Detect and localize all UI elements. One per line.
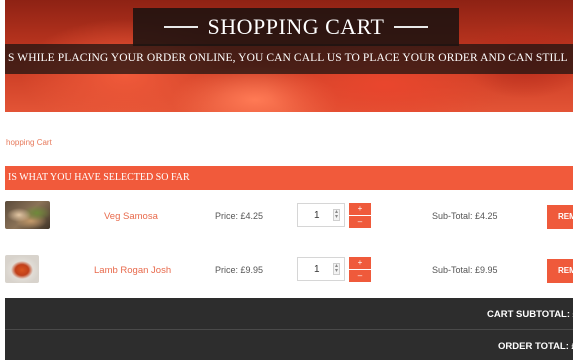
hero-banner: SHOPPING CART S WHILE PLACING YOUR ORDER… [5,0,573,112]
selection-header: IS WHAT YOU HAVE SELECTED SO FAR [5,166,573,190]
cart-row: Veg Samosa Price: £4.25 1 ▴ ▾ + – Sub-Tot… [5,198,573,238]
cart-totals-panel: CART SUBTOTAL: £ ORDER TOTAL: £ [5,298,573,360]
breadcrumb[interactable]: hopping Cart [6,138,52,147]
page-title: SHOPPING CART [207,14,385,39]
selection-header-title: IS WHAT YOU HAVE SELECTED SO FAR [8,172,190,183]
item-subtotal: Sub-Total: £9.95 [432,265,498,275]
quantity-value: 1 [314,210,320,221]
title-divider-left [163,26,198,28]
item-name-link[interactable]: Lamb Rogan Josh [94,265,171,276]
title-divider-right [394,26,429,28]
hero-notice-text: S WHILE PLACING YOUR ORDER ONLINE, YOU C… [8,52,568,64]
item-subtotal: Sub-Total: £4.25 [432,211,498,221]
totals-divider [5,329,573,330]
cart-row: Lamb Rogan Josh Price: £9.95 1 ▴ ▾ + – Su… [5,252,573,292]
quantity-spinner-icon[interactable]: ▴ ▾ [333,263,340,275]
page-title-box: SHOPPING CART [133,8,459,46]
item-price: Price: £4.25 [215,211,264,221]
item-name-link[interactable]: Veg Samosa [104,211,158,222]
quantity-input[interactable]: 1 ▴ ▾ [297,257,345,281]
decrease-quantity-button[interactable]: – [349,216,371,228]
lamb-rogan-josh-image [5,255,39,283]
remove-item-button[interactable]: REM [547,205,573,229]
quantity-spinner-icon[interactable]: ▴ ▾ [333,209,340,221]
decrease-quantity-button[interactable]: – [349,270,371,282]
remove-item-button[interactable]: REM [547,259,573,283]
quantity-value: 1 [314,264,320,275]
increase-quantity-button[interactable]: + [349,203,371,215]
quantity-input[interactable]: 1 ▴ ▾ [297,203,345,227]
order-total-label: ORDER TOTAL: £ [498,341,573,352]
item-price: Price: £9.95 [215,265,264,275]
increase-quantity-button[interactable]: + [349,257,371,269]
hero-notice-strip: S WHILE PLACING YOUR ORDER ONLINE, YOU C… [5,44,573,74]
cart-subtotal-label: CART SUBTOTAL: £ [487,309,573,320]
veg-samosa-image [5,201,50,229]
